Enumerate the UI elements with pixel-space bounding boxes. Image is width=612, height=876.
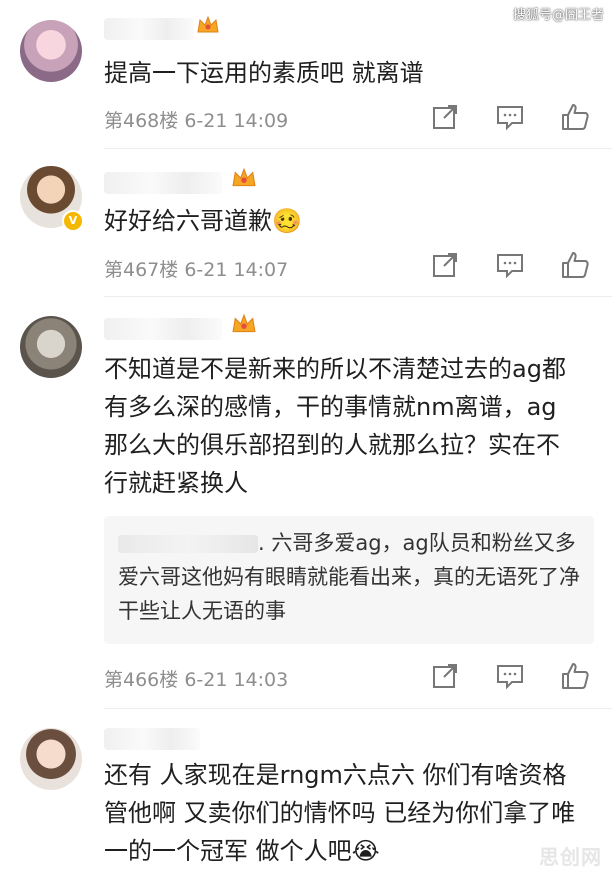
comment-text: 提高一下运用的素质吧 就离谱 (104, 59, 424, 87)
thumbs-up-icon[interactable] (560, 250, 590, 280)
timestamp: 6-21 14:09 (184, 110, 289, 132)
divider (104, 148, 612, 149)
share-icon[interactable] (430, 102, 460, 132)
timestamp: 6-21 14:03 (184, 669, 289, 691)
comment-meta: 第467楼 6-21 14:07 (104, 255, 288, 282)
divider (104, 296, 612, 297)
comment-text: 不知道是不是新来的所以不清楚过去的ag都有多么深的感情，干的事情就nm离谱，ag… (104, 355, 566, 497)
comment-icon[interactable] (495, 250, 525, 280)
crown-icon (230, 166, 258, 196)
comment-text: 还有 人家现在是rngm六点六 你们有啥资格管他啊 又卖你们的情怀吗 已经为你们… (104, 761, 576, 865)
watermark-source: 搜狐号@囧王者 (512, 8, 604, 23)
floor-number: 第467楼 (104, 259, 179, 281)
username-blurred[interactable] (104, 18, 194, 40)
quoted-reply[interactable]: . 六哥多爱ag，ag队员和粉丝又多爱六哥这他妈有眼睛就能看出来，真的无语死了净… (104, 516, 594, 644)
share-icon[interactable] (430, 661, 460, 691)
comment-meta: 第466楼 6-21 14:03 (104, 665, 288, 692)
avatar[interactable] (20, 728, 82, 790)
crown-icon (230, 312, 258, 342)
comment-icon[interactable] (495, 102, 525, 132)
username-blurred[interactable] (104, 172, 222, 194)
avatar[interactable] (20, 20, 82, 82)
verified-badge-icon: V (62, 210, 84, 232)
username-blurred[interactable] (104, 318, 222, 340)
share-icon[interactable] (430, 250, 460, 280)
avatar[interactable] (20, 316, 82, 378)
username-blurred[interactable] (104, 728, 200, 750)
floor-number: 第468楼 (104, 110, 179, 132)
comment-text: 好好给六哥道歉🥴 (104, 207, 302, 235)
comment-meta: 第468楼 6-21 14:09 (104, 106, 288, 133)
thumbs-up-icon[interactable] (560, 661, 590, 691)
crown-icon (196, 14, 220, 42)
quoted-reply-text: . 六哥多爱ag，ag队员和粉丝又多爱六哥这他妈有眼睛就能看出来，真的无语死了净… (118, 531, 580, 623)
thumbs-up-icon[interactable] (560, 102, 590, 132)
quoted-username-blurred (118, 535, 258, 553)
divider (104, 708, 612, 709)
timestamp: 6-21 14:07 (184, 259, 289, 281)
watermark-site: 思创网 (539, 845, 602, 869)
comment-icon[interactable] (495, 661, 525, 691)
floor-number: 第466楼 (104, 669, 179, 691)
